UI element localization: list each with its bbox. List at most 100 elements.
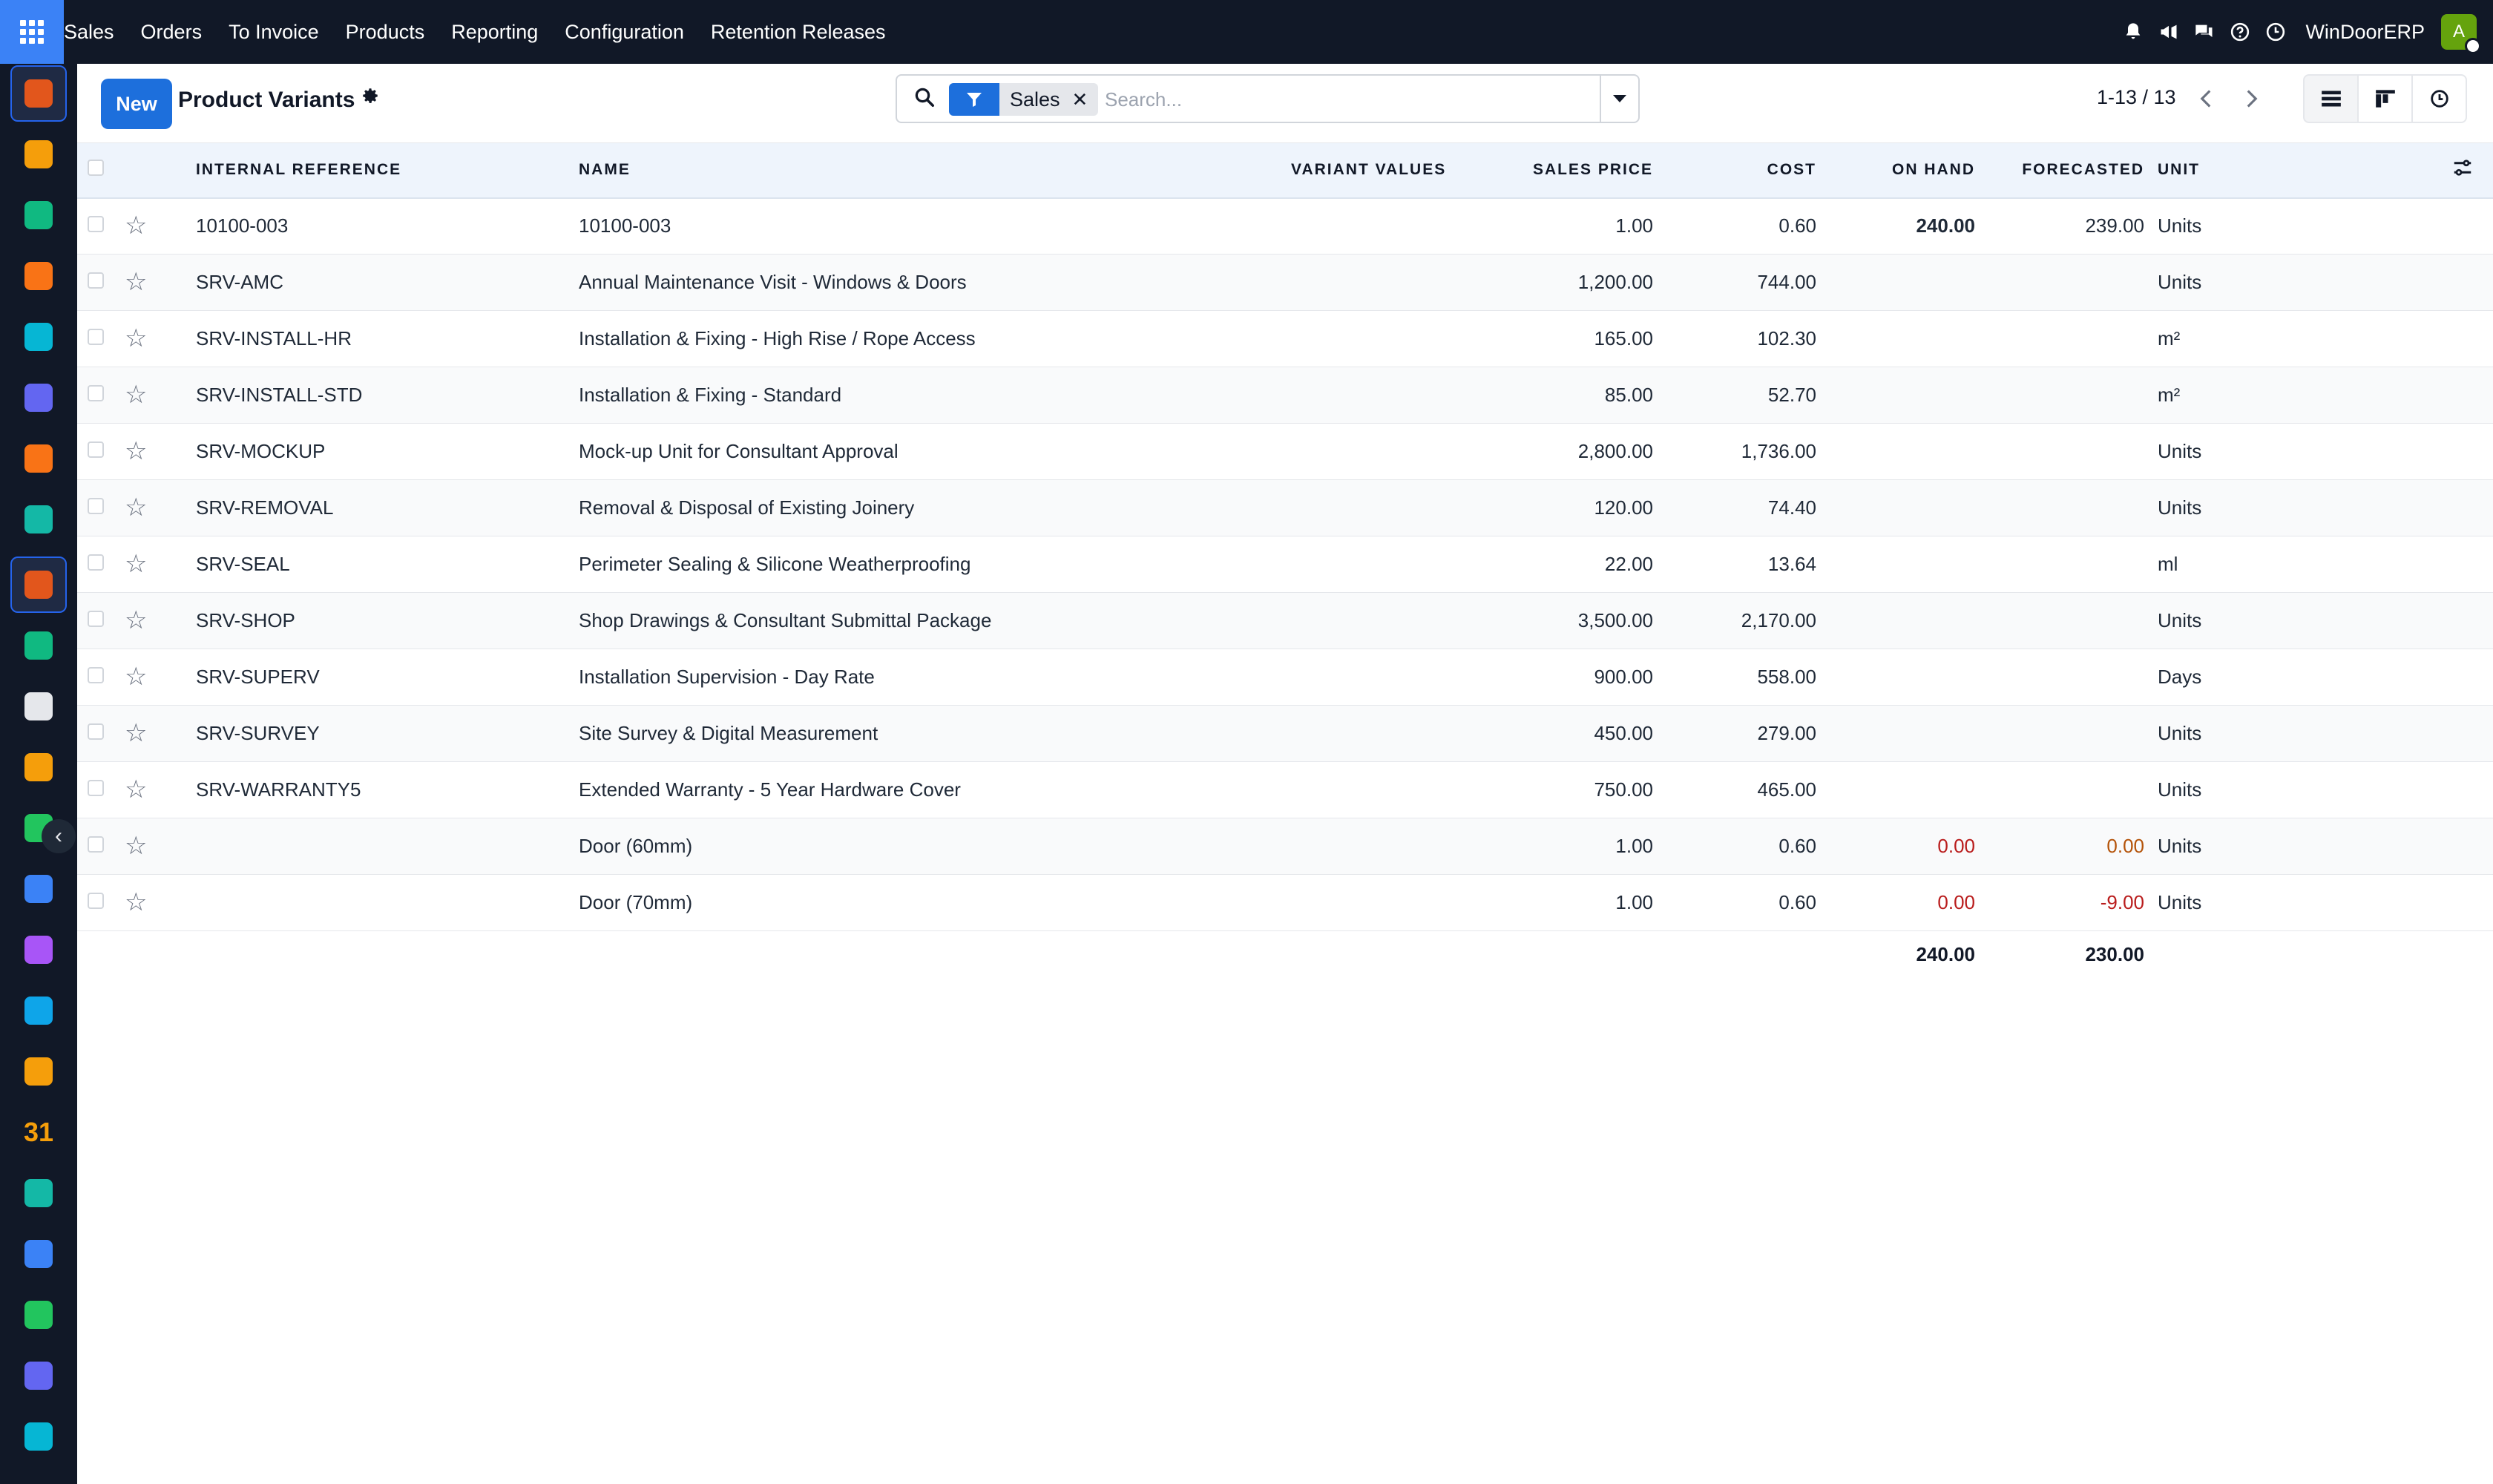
table-row[interactable]: ☆ Door (60mm) 1.00 0.60 0.00 0.00 Units bbox=[77, 818, 2493, 875]
header-sales-price[interactable]: Sales Price bbox=[1491, 142, 1653, 199]
sidebar-employees-app[interactable] bbox=[10, 1043, 67, 1100]
sidebar-discuss-app[interactable] bbox=[10, 248, 67, 304]
sidebar-chat-app[interactable] bbox=[10, 430, 67, 487]
row-favorite-cell[interactable]: ☆ bbox=[116, 875, 196, 931]
collapse-sidebar-button[interactable]: ‹ bbox=[42, 819, 76, 853]
star-icon[interactable]: ☆ bbox=[125, 777, 147, 802]
sidebar-sign-app[interactable] bbox=[10, 1165, 67, 1221]
row-favorite-cell[interactable]: ☆ bbox=[116, 536, 196, 593]
sidebar-sales-app[interactable] bbox=[10, 65, 67, 122]
sidebar-studio-app-2[interactable] bbox=[10, 739, 67, 795]
clock-icon[interactable] bbox=[2258, 14, 2293, 50]
row-select-cell[interactable] bbox=[77, 649, 116, 706]
header-variant-values[interactable]: Variant Values bbox=[1291, 142, 1491, 199]
help-icon[interactable] bbox=[2222, 14, 2258, 50]
row-checkbox[interactable] bbox=[88, 272, 104, 289]
table-row[interactable]: ☆ SRV-SURVEY Site Survey & Digital Measure… bbox=[77, 705, 2493, 762]
star-icon[interactable]: ☆ bbox=[125, 495, 147, 520]
sidebar-purchase-app[interactable] bbox=[10, 922, 67, 978]
star-icon[interactable]: ☆ bbox=[125, 890, 147, 915]
row-favorite-cell[interactable]: ☆ bbox=[116, 818, 196, 875]
sidebar-sales-app-active[interactable] bbox=[10, 556, 67, 613]
star-icon[interactable]: ☆ bbox=[125, 326, 147, 351]
header-on-hand[interactable]: On Hand bbox=[1816, 142, 1981, 199]
row-favorite-cell[interactable]: ☆ bbox=[116, 762, 196, 818]
company-name[interactable]: WinDoorERP bbox=[2305, 21, 2425, 44]
sidebar-whatsapp-app[interactable] bbox=[10, 1287, 67, 1343]
table-row[interactable]: ☆ SRV-REMOVAL Removal & Disposal of Existi… bbox=[77, 479, 2493, 536]
row-select-cell[interactable] bbox=[77, 593, 116, 649]
row-checkbox[interactable] bbox=[88, 893, 104, 909]
table-row[interactable]: ☆ SRV-INSTALL-STD Installation & Fixing - … bbox=[77, 367, 2493, 424]
pager-next-button[interactable] bbox=[2229, 74, 2275, 123]
menu-to-invoice[interactable]: To Invoice bbox=[215, 0, 332, 64]
row-select-cell[interactable] bbox=[77, 311, 116, 367]
menu-reporting[interactable]: Reporting bbox=[438, 0, 551, 64]
header-forecasted[interactable]: Forecasted bbox=[1981, 142, 2150, 199]
star-icon[interactable]: ☆ bbox=[125, 664, 147, 689]
menu-retention-releases[interactable]: Retention Releases bbox=[697, 0, 899, 64]
app-menu-button[interactable] bbox=[0, 0, 64, 64]
table-row[interactable]: ☆ SRV-SEAL Perimeter Sealing & Silicone We… bbox=[77, 536, 2493, 593]
search-options-toggle[interactable] bbox=[1600, 76, 1638, 122]
user-avatar[interactable]: A bbox=[2441, 14, 2481, 54]
row-checkbox[interactable] bbox=[88, 780, 104, 796]
menu-sales[interactable]: Sales bbox=[64, 0, 128, 64]
sidebar-inventory-app[interactable] bbox=[10, 678, 67, 735]
table-row[interactable]: ☆ 10100-003 10100-003 1.00 0.60 240.00 239.00 U… bbox=[77, 198, 2493, 255]
row-checkbox[interactable] bbox=[88, 216, 104, 233]
select-all-checkbox[interactable] bbox=[88, 160, 104, 177]
row-checkbox[interactable] bbox=[88, 329, 104, 345]
row-select-cell[interactable] bbox=[77, 424, 116, 480]
kanban-view-button[interactable] bbox=[2357, 74, 2413, 123]
star-icon[interactable]: ☆ bbox=[125, 608, 147, 633]
row-favorite-cell[interactable]: ☆ bbox=[116, 649, 196, 706]
row-favorite-cell[interactable]: ☆ bbox=[116, 424, 196, 480]
table-row[interactable]: ☆ Door (70mm) 1.00 0.60 0.00 -9.00 Units bbox=[77, 875, 2493, 931]
row-checkbox[interactable] bbox=[88, 836, 104, 853]
table-row[interactable]: ☆ SRV-SHOP Shop Drawings & Consultant Subm… bbox=[77, 592, 2493, 649]
row-select-cell[interactable] bbox=[77, 536, 116, 593]
bell-icon[interactable] bbox=[2115, 14, 2151, 50]
star-icon[interactable]: ☆ bbox=[125, 382, 147, 407]
row-select-cell[interactable] bbox=[77, 255, 116, 311]
header-name[interactable]: Name bbox=[579, 142, 1291, 199]
chat-icon[interactable] bbox=[2187, 14, 2222, 50]
menu-configuration[interactable]: Configuration bbox=[551, 0, 697, 64]
gear-icon[interactable] bbox=[361, 86, 380, 111]
row-checkbox[interactable] bbox=[88, 441, 104, 458]
row-select-cell[interactable] bbox=[77, 706, 116, 762]
star-icon[interactable]: ☆ bbox=[125, 833, 147, 858]
row-favorite-cell[interactable]: ☆ bbox=[116, 198, 196, 255]
header-cost[interactable]: Cost bbox=[1653, 142, 1816, 199]
sidebar-dashboards-app[interactable] bbox=[10, 1226, 67, 1282]
header-unit[interactable]: Unit bbox=[2150, 142, 2345, 199]
row-select-cell[interactable] bbox=[77, 480, 116, 536]
pager-previous-button[interactable] bbox=[2183, 74, 2229, 123]
sidebar-flow-app[interactable] bbox=[10, 491, 67, 548]
row-select-cell[interactable] bbox=[77, 762, 116, 818]
row-checkbox[interactable] bbox=[88, 611, 104, 627]
star-icon[interactable]: ☆ bbox=[125, 269, 147, 295]
row-favorite-cell[interactable]: ☆ bbox=[116, 480, 196, 536]
row-select-cell[interactable] bbox=[77, 367, 116, 424]
row-checkbox[interactable] bbox=[88, 667, 104, 683]
sidebar-calendar-app[interactable]: 31 bbox=[10, 1104, 67, 1160]
select-all-cell[interactable] bbox=[77, 142, 116, 199]
sidebar-email-app[interactable] bbox=[10, 370, 67, 426]
table-row[interactable]: ☆ SRV-SUPERV Installation Supervision - Da… bbox=[77, 649, 2493, 706]
list-view-button[interactable] bbox=[2303, 74, 2359, 123]
sidebar-knowledge-app[interactable] bbox=[10, 861, 67, 917]
remove-facet-icon[interactable]: ✕ bbox=[1070, 83, 1099, 116]
row-checkbox[interactable] bbox=[88, 498, 104, 514]
activity-view-button[interactable] bbox=[2411, 74, 2467, 123]
row-favorite-cell[interactable]: ☆ bbox=[116, 367, 196, 424]
sidebar-accounting-app[interactable] bbox=[10, 982, 67, 1039]
table-row[interactable]: ☆ SRV-AMC Annual Maintenance Visit - Windo… bbox=[77, 254, 2493, 311]
star-icon[interactable]: ☆ bbox=[125, 213, 147, 238]
header-internal-reference[interactable]: Internal Reference bbox=[196, 142, 579, 199]
row-select-cell[interactable] bbox=[77, 875, 116, 931]
row-checkbox[interactable] bbox=[88, 723, 104, 740]
row-select-cell[interactable] bbox=[77, 198, 116, 255]
sidebar-studio-app[interactable] bbox=[10, 126, 67, 183]
